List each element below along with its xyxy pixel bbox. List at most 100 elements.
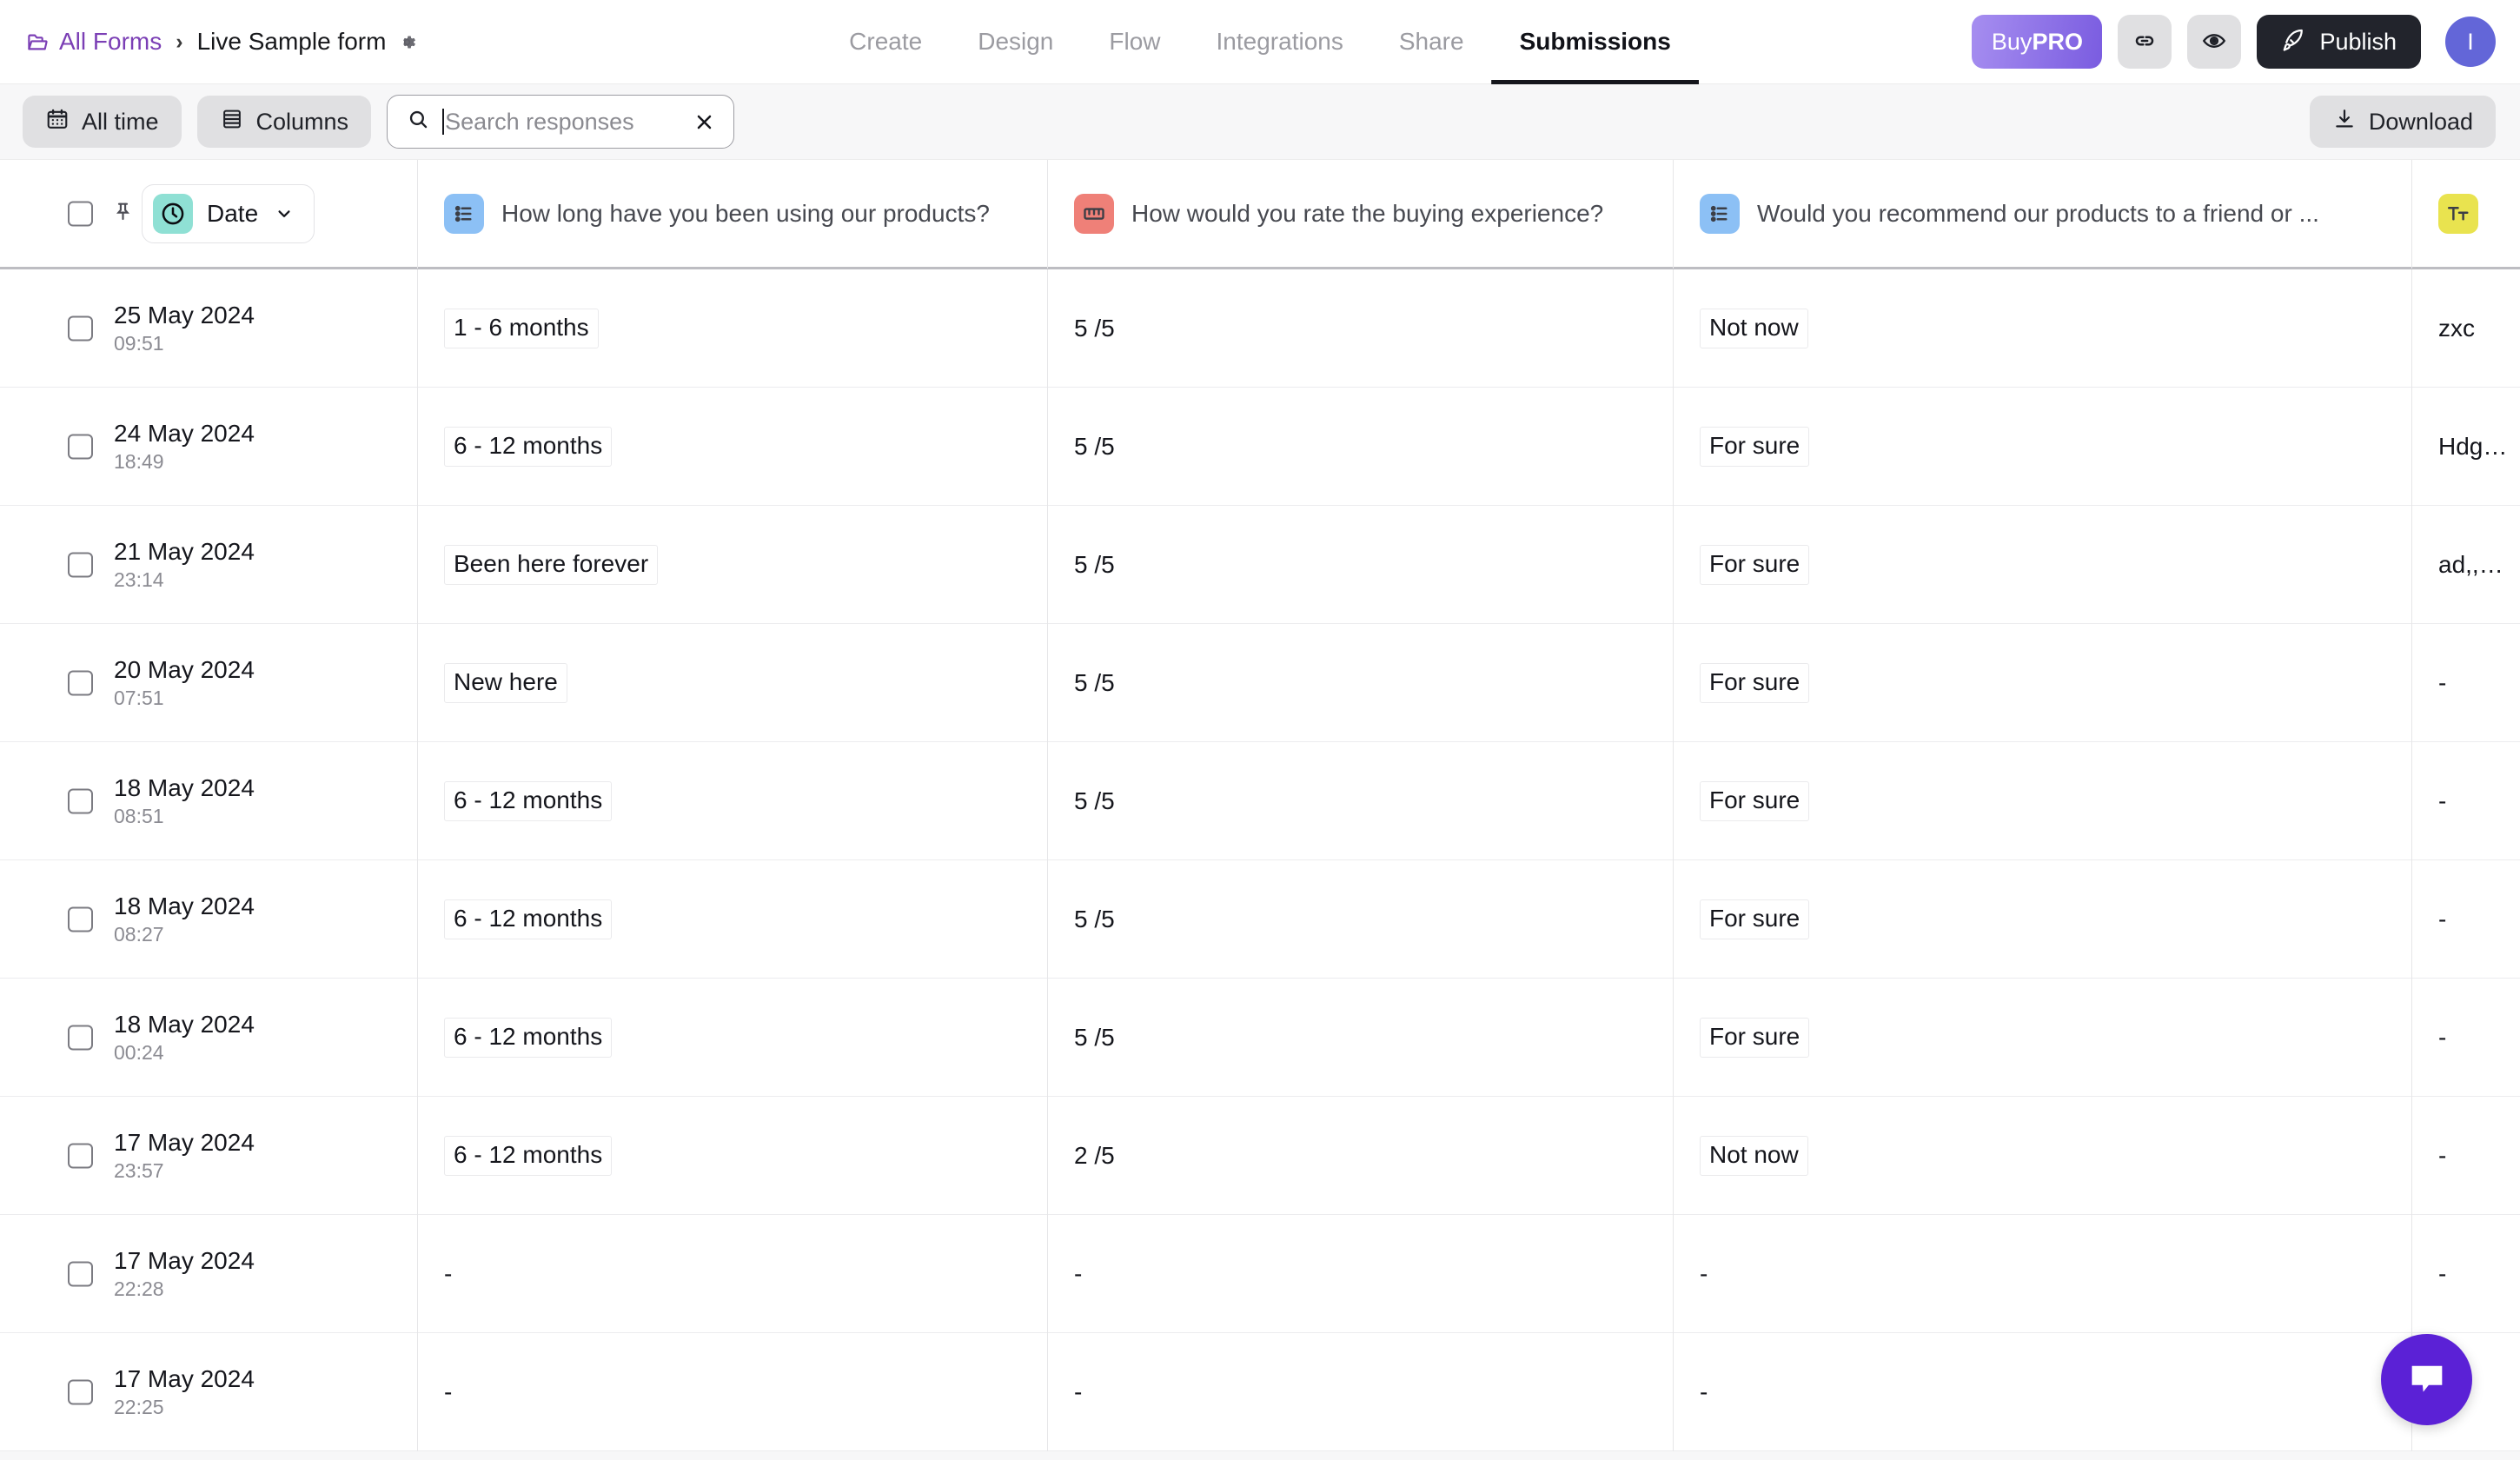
- row-checkbox[interactable]: [68, 1143, 93, 1169]
- row-q2-cell[interactable]: 5 /5: [1047, 742, 1673, 860]
- row-q2-cell[interactable]: 5 /5: [1047, 506, 1673, 624]
- table-row[interactable]: 17 May 2024 23:57 6 - 12 months 2 /5 Not now…: [0, 1097, 2520, 1215]
- row-q1-cell[interactable]: -: [417, 1333, 1047, 1451]
- user-avatar[interactable]: I: [2445, 17, 2496, 67]
- table-row[interactable]: 20 May 2024 07:51 New here 5 /5 For sure -: [0, 624, 2520, 742]
- table-row[interactable]: 18 May 2024 08:27 6 - 12 months 5 /5 For sur…: [0, 860, 2520, 979]
- table-row[interactable]: 18 May 2024 08:51 6 - 12 months 5 /5 For sur…: [0, 742, 2520, 860]
- row-checkbox[interactable]: [68, 552, 93, 578]
- row-q2-cell[interactable]: 2 /5: [1047, 1097, 1673, 1215]
- breadcrumb-current-form: Live Sample form: [197, 28, 419, 56]
- row-q2-cell[interactable]: 5 /5: [1047, 860, 1673, 979]
- row-q1-cell[interactable]: 6 - 12 months: [417, 742, 1047, 860]
- row-q3-cell[interactable]: Not now: [1673, 1097, 2411, 1215]
- download-button[interactable]: Download: [2309, 96, 2496, 148]
- column-header-date[interactable]: Date: [142, 183, 315, 243]
- row-q3-cell[interactable]: -: [1673, 1333, 2411, 1451]
- row-q1-cell[interactable]: New here: [417, 624, 1047, 742]
- tab-create[interactable]: Create: [821, 0, 950, 84]
- row-q1-cell[interactable]: Been here forever: [417, 506, 1047, 624]
- preview-button[interactable]: [2187, 15, 2242, 69]
- columns-button[interactable]: Columns: [196, 96, 372, 148]
- row-checkbox[interactable]: [68, 906, 93, 932]
- table-row[interactable]: 24 May 2024 18:49 6 - 12 months 5 /5 For sur…: [0, 388, 2520, 506]
- row-q4-cell[interactable]: zxc: [2411, 269, 2520, 388]
- row-q4-cell[interactable]: -: [2411, 742, 2520, 860]
- tab-integrations[interactable]: Integrations: [1189, 0, 1371, 84]
- search-responses-box[interactable]: Search responses: [387, 95, 735, 149]
- select-all-checkbox[interactable]: [68, 201, 93, 226]
- date-range-filter-button[interactable]: All time: [23, 96, 182, 148]
- row-q4-cell[interactable]: -: [2411, 860, 2520, 979]
- row-date-cell[interactable]: 20 May 2024 07:51: [0, 624, 417, 742]
- copy-link-button[interactable]: [2118, 15, 2172, 69]
- clear-search-icon[interactable]: [693, 110, 716, 134]
- row-date-cell[interactable]: 17 May 2024 22:25: [0, 1333, 417, 1451]
- row-q4-cell[interactable]: Hdg…: [2411, 388, 2520, 506]
- row-checkbox[interactable]: [68, 315, 93, 342]
- header-cell-q4[interactable]: [2411, 160, 2520, 269]
- row-q3-cell[interactable]: For sure: [1673, 742, 2411, 860]
- row-q2-cell[interactable]: -: [1047, 1333, 1673, 1451]
- row-q2-cell[interactable]: -: [1047, 1215, 1673, 1333]
- row-checkbox[interactable]: [68, 1025, 93, 1051]
- buy-pro-button[interactable]: Buy PRO: [1972, 15, 2103, 69]
- row-q1-cell[interactable]: -: [417, 1215, 1047, 1333]
- tab-submissions[interactable]: Submissions: [1492, 0, 1699, 84]
- row-date-cell[interactable]: 24 May 2024 18:49: [0, 388, 417, 506]
- breadcrumb-all-forms-link[interactable]: All Forms: [26, 28, 162, 56]
- publish-button[interactable]: Publish: [2257, 15, 2421, 69]
- row-date-cell[interactable]: 21 May 2024 23:14: [0, 506, 417, 624]
- row-q1-cell[interactable]: 6 - 12 months: [417, 979, 1047, 1097]
- row-q2-cell[interactable]: 5 /5: [1047, 388, 1673, 506]
- chat-widget-button[interactable]: [2381, 1334, 2472, 1425]
- header-cell-q1[interactable]: How long have you been using our product…: [417, 160, 1047, 269]
- row-q1-cell[interactable]: 6 - 12 months: [417, 1097, 1047, 1215]
- row-q1-cell[interactable]: 6 - 12 months: [417, 860, 1047, 979]
- row-q1-cell[interactable]: 6 - 12 months: [417, 388, 1047, 506]
- row-q3-cell[interactable]: For sure: [1673, 979, 2411, 1097]
- row-q4-cell[interactable]: -: [2411, 1097, 2520, 1215]
- header-cell-q3[interactable]: Would you recommend our products to a fr…: [1673, 160, 2411, 269]
- row-q2-cell[interactable]: 5 /5: [1047, 624, 1673, 742]
- tab-flow[interactable]: Flow: [1081, 0, 1188, 84]
- table-row[interactable]: 17 May 202422:25----: [0, 1333, 2520, 1451]
- row-q2-cell[interactable]: 5 /5: [1047, 979, 1673, 1097]
- header-cell-q2[interactable]: How would you rate the buying experience…: [1047, 160, 1673, 269]
- row-q3-cell[interactable]: For sure: [1673, 860, 2411, 979]
- table-row[interactable]: 18 May 2024 00:24 6 - 12 months 5 /5 For sur…: [0, 979, 2520, 1097]
- row-q3-cell[interactable]: For sure: [1673, 506, 2411, 624]
- row-q4-cell[interactable]: -: [2411, 979, 2520, 1097]
- row-q2-cell[interactable]: 5 /5: [1047, 269, 1673, 388]
- search-input[interactable]: Search responses: [442, 109, 680, 136]
- row-checkbox[interactable]: [68, 434, 93, 460]
- row-checkbox[interactable]: [68, 670, 93, 696]
- row-checkbox[interactable]: [68, 788, 93, 814]
- row-q3-cell[interactable]: Not now: [1673, 269, 2411, 388]
- row-q4-cell[interactable]: -: [2411, 624, 2520, 742]
- row-checkbox[interactable]: [68, 1261, 93, 1287]
- row-date-cell[interactable]: 17 May 2024 22:28: [0, 1215, 417, 1333]
- row-date-cell[interactable]: 18 May 2024 08:51: [0, 742, 417, 860]
- chevron-down-icon[interactable]: [274, 203, 295, 224]
- table-row[interactable]: 17 May 2024 22:28 - - - -: [0, 1215, 2520, 1333]
- row-q3-cell[interactable]: For sure: [1673, 624, 2411, 742]
- table-row[interactable]: 25 May 2024 09:51 1 - 6 months 5 /5 Not now z…: [0, 269, 2520, 388]
- row-q3-cell[interactable]: -: [1673, 1215, 2411, 1333]
- row-date-cell[interactable]: 18 May 2024 08:27: [0, 860, 417, 979]
- gear-icon[interactable]: [396, 31, 418, 53]
- table-row[interactable]: 21 May 2024 23:14 Been here forever 5 /5 For…: [0, 506, 2520, 624]
- row-date-cell[interactable]: 18 May 2024 00:24: [0, 979, 417, 1097]
- tab-design[interactable]: Design: [950, 0, 1081, 84]
- bullet-list-icon: [1700, 193, 1740, 234]
- row-q3-cell[interactable]: For sure: [1673, 388, 2411, 506]
- pin-icon[interactable]: [111, 200, 135, 228]
- row-checkbox[interactable]: [68, 1379, 93, 1405]
- row-q4-cell[interactable]: ad,,…: [2411, 506, 2520, 624]
- row-date-cell[interactable]: 25 May 2024 09:51: [0, 269, 417, 388]
- row-date-cell[interactable]: 17 May 2024 23:57: [0, 1097, 417, 1215]
- row-date-text: 18 May 2024: [114, 1011, 255, 1039]
- row-q4-cell[interactable]: -: [2411, 1215, 2520, 1333]
- tab-share[interactable]: Share: [1371, 0, 1492, 84]
- row-q1-cell[interactable]: 1 - 6 months: [417, 269, 1047, 388]
